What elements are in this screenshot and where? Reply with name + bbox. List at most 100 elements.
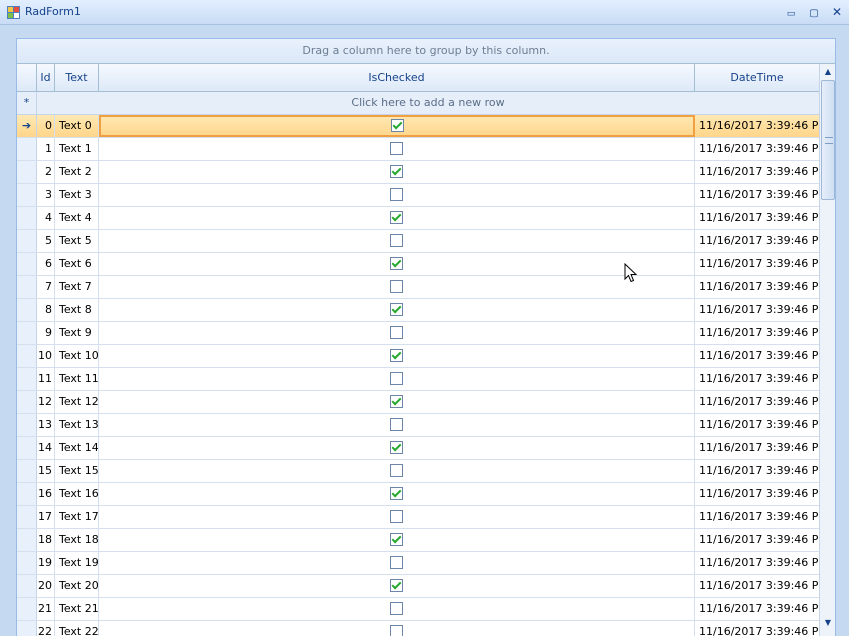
ischecked-cell[interactable] xyxy=(99,506,695,528)
ischecked-cell[interactable] xyxy=(99,391,695,413)
id-cell[interactable]: 9 xyxy=(37,322,55,344)
row-indicator[interactable] xyxy=(17,460,37,482)
datetime-cell[interactable]: 11/16/2017 3:39:46 PM xyxy=(695,391,819,413)
row-indicator[interactable] xyxy=(17,230,37,252)
ischecked-cell[interactable] xyxy=(99,253,695,275)
table-row[interactable]: 5Text 511/16/2017 3:39:46 PM xyxy=(17,230,819,253)
ischecked-cell[interactable] xyxy=(99,368,695,390)
checkbox[interactable] xyxy=(390,326,403,339)
ischecked-cell[interactable] xyxy=(99,598,695,620)
scroll-down-button[interactable]: ▼ xyxy=(820,616,836,630)
checkbox[interactable] xyxy=(390,556,403,569)
table-row[interactable]: 1Text 111/16/2017 3:39:46 PM xyxy=(17,138,819,161)
row-indicator[interactable] xyxy=(17,368,37,390)
row-indicator[interactable] xyxy=(17,598,37,620)
id-cell[interactable]: 14 xyxy=(37,437,55,459)
table-row[interactable]: 11Text 1111/16/2017 3:39:46 PM xyxy=(17,368,819,391)
id-cell[interactable]: 8 xyxy=(37,299,55,321)
text-cell[interactable]: Text 19 xyxy=(55,552,99,574)
text-cell[interactable]: Text 0 xyxy=(55,115,99,137)
ischecked-cell[interactable] xyxy=(99,207,695,229)
text-cell[interactable]: Text 17 xyxy=(55,506,99,528)
checkbox[interactable] xyxy=(390,602,403,615)
id-cell[interactable]: 19 xyxy=(37,552,55,574)
checkbox[interactable] xyxy=(390,395,403,408)
scroll-up-button[interactable]: ▲ xyxy=(820,65,836,79)
ischecked-cell[interactable] xyxy=(99,161,695,183)
row-indicator[interactable] xyxy=(17,552,37,574)
table-row[interactable]: 10Text 1011/16/2017 3:39:46 PM xyxy=(17,345,819,368)
datetime-cell[interactable]: 11/16/2017 3:39:46 PM xyxy=(695,345,819,367)
datetime-cell[interactable]: 11/16/2017 3:39:46 PM xyxy=(695,575,819,597)
checkbox[interactable] xyxy=(390,280,403,293)
datetime-cell[interactable]: 11/16/2017 3:39:46 PM xyxy=(695,621,819,636)
table-row[interactable]: 2Text 211/16/2017 3:39:46 PM xyxy=(17,161,819,184)
id-cell[interactable]: 7 xyxy=(37,276,55,298)
row-indicator[interactable] xyxy=(17,322,37,344)
table-row[interactable]: 21Text 2111/16/2017 3:39:46 PM xyxy=(17,598,819,621)
ischecked-cell[interactable] xyxy=(99,345,695,367)
checkbox[interactable] xyxy=(390,349,403,362)
checkbox[interactable] xyxy=(390,257,403,270)
text-cell[interactable]: Text 12 xyxy=(55,391,99,413)
datetime-cell[interactable]: 11/16/2017 3:39:46 PM xyxy=(695,322,819,344)
id-cell[interactable]: 17 xyxy=(37,506,55,528)
text-cell[interactable]: Text 10 xyxy=(55,345,99,367)
text-cell[interactable]: Text 3 xyxy=(55,184,99,206)
row-indicator[interactable] xyxy=(17,299,37,321)
ischecked-cell[interactable] xyxy=(99,299,695,321)
ischecked-cell[interactable] xyxy=(99,621,695,636)
row-indicator[interactable] xyxy=(17,253,37,275)
row-indicator[interactable] xyxy=(17,184,37,206)
checkbox[interactable] xyxy=(390,533,403,546)
datetime-cell[interactable]: 11/16/2017 3:39:46 PM xyxy=(695,184,819,206)
datetime-cell[interactable]: 11/16/2017 3:39:46 PM xyxy=(695,368,819,390)
checkbox[interactable] xyxy=(390,234,403,247)
ischecked-cell[interactable] xyxy=(99,437,695,459)
checkbox[interactable] xyxy=(390,165,403,178)
checkbox[interactable] xyxy=(390,441,403,454)
id-cell[interactable]: 4 xyxy=(37,207,55,229)
id-cell[interactable]: 0 xyxy=(37,115,55,137)
checkbox[interactable] xyxy=(390,211,403,224)
id-cell[interactable]: 16 xyxy=(37,483,55,505)
id-cell[interactable]: 21 xyxy=(37,598,55,620)
table-row[interactable]: 6Text 611/16/2017 3:39:46 PM xyxy=(17,253,819,276)
row-indicator[interactable] xyxy=(17,391,37,413)
table-row[interactable]: 9Text 911/16/2017 3:39:46 PM xyxy=(17,322,819,345)
table-row[interactable]: 4Text 411/16/2017 3:39:46 PM xyxy=(17,207,819,230)
row-indicator[interactable] xyxy=(17,161,37,183)
checkbox[interactable] xyxy=(390,579,403,592)
id-cell[interactable]: 1 xyxy=(37,138,55,160)
table-row[interactable]: 17Text 17 11/16/2017 3:39:46 PM xyxy=(17,506,819,529)
id-cell[interactable]: 6 xyxy=(37,253,55,275)
row-indicator[interactable] xyxy=(17,437,37,459)
text-cell[interactable]: Text 16 xyxy=(55,483,99,505)
row-indicator[interactable] xyxy=(17,483,37,505)
ischecked-cell[interactable] xyxy=(99,138,695,160)
row-indicator[interactable] xyxy=(17,575,37,597)
id-cell[interactable]: 13 xyxy=(37,414,55,436)
text-cell[interactable]: Text 4 xyxy=(55,207,99,229)
minimize-button[interactable]: ▭ xyxy=(781,3,801,21)
id-cell[interactable]: 12 xyxy=(37,391,55,413)
ischecked-cell[interactable] xyxy=(99,460,695,482)
ischecked-cell[interactable] xyxy=(99,483,695,505)
ischecked-cell[interactable] xyxy=(99,230,695,252)
checkbox[interactable] xyxy=(390,303,403,316)
column-header-ischecked[interactable]: IsChecked xyxy=(99,64,695,91)
checkbox[interactable] xyxy=(391,119,404,132)
grid-view[interactable]: Drag a column here to group by this colu… xyxy=(16,38,836,636)
table-row[interactable]: 16Text 1611/16/2017 3:39:46 PM xyxy=(17,483,819,506)
datetime-cell[interactable]: 11/16/2017 3:39:46 PM xyxy=(695,529,819,551)
table-row[interactable]: 22Text 2211/16/2017 3:39:46 PM xyxy=(17,621,819,636)
text-cell[interactable]: Text 6 xyxy=(55,253,99,275)
text-cell[interactable]: Text 8 xyxy=(55,299,99,321)
checkbox[interactable] xyxy=(390,487,403,500)
text-cell[interactable]: Text 2 xyxy=(55,161,99,183)
column-header-id[interactable]: Id xyxy=(37,64,55,91)
datetime-cell[interactable]: 11/16/2017 3:39:46 PM xyxy=(695,138,819,160)
datetime-cell[interactable]: 11/16/2017 3:39:46 PM xyxy=(695,506,819,528)
row-indicator[interactable] xyxy=(17,621,37,636)
text-cell[interactable]: Text 5 xyxy=(55,230,99,252)
